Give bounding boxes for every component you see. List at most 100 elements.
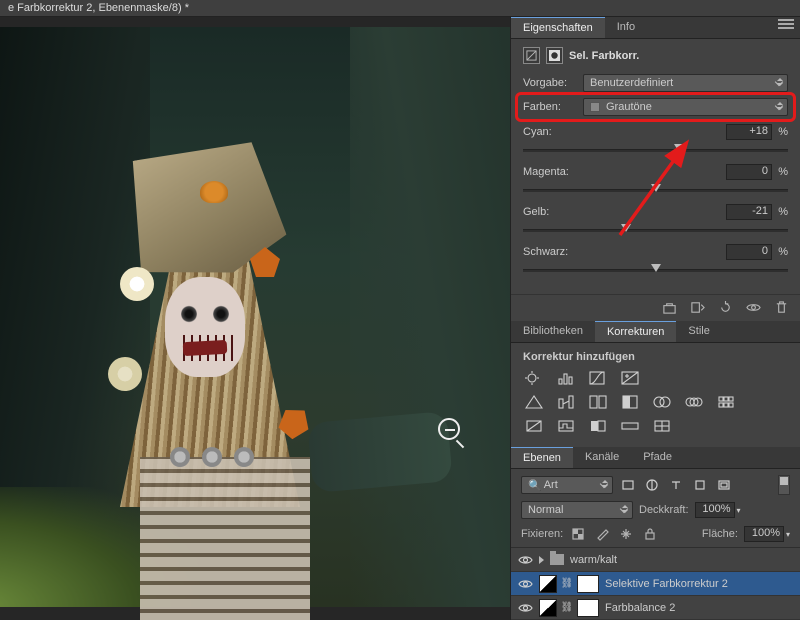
tab-eigenschaften[interactable]: Eigenschaften — [511, 17, 605, 38]
layer-filter-select[interactable]: 🔍Art — [521, 476, 613, 494]
curves-icon[interactable] — [587, 369, 609, 387]
tab-bibliotheken[interactable]: Bibliotheken — [511, 321, 595, 342]
tab-ebenen[interactable]: Ebenen — [511, 447, 573, 468]
slider-value-input[interactable]: 0 — [726, 244, 772, 260]
colors-select[interactable]: Grautöne — [583, 98, 788, 116]
fill-input[interactable]: 100% — [744, 526, 784, 542]
canvas[interactable] — [0, 17, 510, 620]
layers-panel: Ebenen Kanäle Pfade 🔍Art — [511, 447, 800, 620]
filter-toggle[interactable] — [778, 475, 790, 495]
slider-value-input[interactable]: +18 — [726, 124, 772, 140]
visibility-icon[interactable] — [744, 299, 762, 315]
filter-type-icon[interactable] — [667, 476, 685, 494]
slider-label: Schwarz: — [523, 246, 568, 258]
properties-footer — [511, 294, 800, 321]
link-icon[interactable]: ⛓ — [563, 602, 571, 613]
visibility-toggle-icon[interactable] — [517, 576, 533, 592]
properties-panel: Eigenschaften Info Sel. Farbkorr. Vorgab… — [511, 17, 800, 321]
visibility-toggle-icon[interactable] — [517, 600, 533, 616]
percent-sign: % — [776, 206, 788, 218]
adjustment-thumb-icon — [539, 575, 557, 593]
folder-icon — [550, 554, 564, 565]
channel-mixer-icon[interactable] — [683, 393, 705, 411]
chevron-down-icon[interactable]: ▾ — [786, 530, 790, 539]
filter-smart-icon[interactable] — [715, 476, 733, 494]
layer-list[interactable]: warm/kalt ⛓ Selektive Farbkorrektur 2 ⛓ Farb… — [511, 548, 800, 620]
vibrance-icon[interactable] — [523, 393, 545, 411]
levels-icon[interactable] — [555, 369, 577, 387]
layer-name[interactable]: warm/kalt — [570, 554, 794, 566]
preset-label: Vorgabe: — [523, 77, 575, 89]
hue-saturation-icon[interactable] — [555, 393, 577, 411]
adjustment-name: Sel. Farbkorr. — [569, 50, 639, 62]
reset-icon[interactable] — [716, 299, 734, 315]
previous-state-icon[interactable] — [688, 299, 706, 315]
right-panels: Eigenschaften Info Sel. Farbkorr. Vorgab… — [510, 17, 800, 620]
adjustment-thumb-icon — [539, 599, 557, 617]
color-lookup-icon[interactable] — [715, 393, 737, 411]
mask-thumb-icon — [577, 575, 599, 593]
slider-value-input[interactable]: -21 — [726, 204, 772, 220]
layer-name[interactable]: Farbbalance 2 — [605, 602, 794, 614]
opacity-input[interactable]: 100% — [695, 502, 735, 518]
tab-stile[interactable]: Stile — [676, 321, 721, 342]
zoom-out-icon — [438, 418, 460, 440]
layer-name[interactable]: Selektive Farbkorrektur 2 — [605, 578, 794, 590]
lock-position-icon[interactable] — [617, 525, 635, 543]
fill-label: Fläche: — [702, 528, 738, 540]
brightness-contrast-icon[interactable] — [523, 369, 545, 387]
tab-pfade[interactable]: Pfade — [631, 447, 684, 468]
black-white-icon[interactable] — [619, 393, 641, 411]
filter-adjustment-icon[interactable] — [643, 476, 661, 494]
slider-value-input[interactable]: 0 — [726, 164, 772, 180]
colors-label: Farben: — [523, 101, 575, 113]
exposure-icon[interactable] — [619, 369, 641, 387]
slider-track[interactable] — [523, 224, 788, 236]
document-image — [0, 27, 510, 607]
invert-icon[interactable] — [523, 417, 545, 435]
highlight-colors-row: Farben: Grautöne — [519, 96, 792, 118]
threshold-icon[interactable] — [587, 417, 609, 435]
photo-filter-icon[interactable] — [651, 393, 673, 411]
opacity-label: Deckkraft: — [639, 504, 689, 516]
slider-thumb[interactable] — [651, 264, 661, 272]
slider-track[interactable] — [523, 184, 788, 196]
lock-pixels-icon[interactable] — [593, 525, 611, 543]
posterize-icon[interactable] — [555, 417, 577, 435]
gradient-map-icon[interactable] — [619, 417, 641, 435]
tab-info[interactable]: Info — [605, 17, 647, 38]
blend-mode-select[interactable]: Normal — [521, 501, 633, 519]
visibility-toggle-icon[interactable] — [517, 552, 533, 568]
adjustment-icon — [523, 47, 540, 64]
link-icon[interactable]: ⛓ — [563, 578, 571, 589]
chevron-down-icon[interactable]: ▾ — [737, 506, 741, 515]
slider-thumb[interactable] — [651, 184, 661, 192]
filter-pixel-icon[interactable] — [619, 476, 637, 494]
slider-track[interactable] — [523, 144, 788, 156]
disclosure-triangle-icon[interactable] — [539, 556, 544, 564]
tab-kanaele[interactable]: Kanäle — [573, 447, 631, 468]
preset-select[interactable]: Benutzerdefiniert — [583, 74, 788, 92]
slider-thumb[interactable] — [621, 224, 631, 232]
document-title: e Farbkorrektur 2, Ebenenmaske/8) * — [0, 0, 800, 17]
layer-row[interactable]: ⛓ Selektive Farbkorrektur 2 — [511, 572, 800, 596]
selective-color-icon[interactable] — [651, 417, 673, 435]
panel-menu-icon[interactable] — [778, 19, 794, 29]
clip-to-layer-icon[interactable] — [660, 299, 678, 315]
layer-row[interactable]: warm/kalt — [511, 548, 800, 572]
trash-icon[interactable] — [772, 299, 790, 315]
slider-track[interactable] — [523, 264, 788, 276]
lock-transparency-icon[interactable] — [569, 525, 587, 543]
add-adjustment-label: Korrektur hinzufügen — [523, 351, 788, 363]
tab-korrekturen[interactable]: Korrekturen — [595, 321, 676, 342]
lock-label: Fixieren: — [521, 528, 563, 540]
percent-sign: % — [776, 126, 788, 138]
slider-label: Gelb: — [523, 206, 549, 218]
percent-sign: % — [776, 246, 788, 258]
filter-shape-icon[interactable] — [691, 476, 709, 494]
color-balance-icon[interactable] — [587, 393, 609, 411]
mask-thumb-icon — [577, 599, 599, 617]
slider-thumb[interactable] — [674, 144, 684, 152]
lock-all-icon[interactable] — [641, 525, 659, 543]
percent-sign: % — [776, 166, 788, 178]
